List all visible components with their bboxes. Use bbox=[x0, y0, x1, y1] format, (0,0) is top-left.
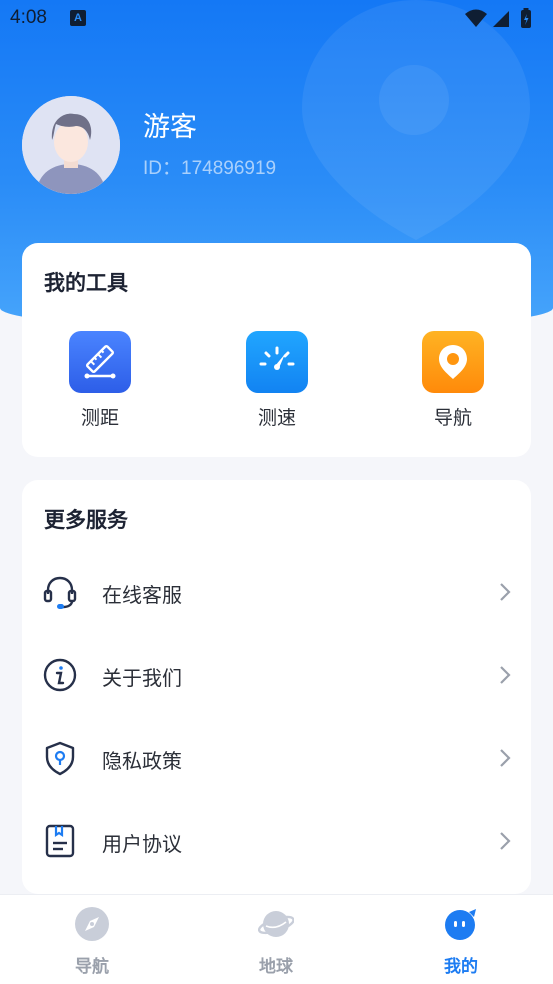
chevron-right-icon bbox=[500, 666, 511, 684]
tab-mine[interactable]: 我的 bbox=[401, 895, 521, 984]
tool-speed[interactable]: 测速 bbox=[217, 331, 337, 430]
tool-navigation[interactable]: 导航 bbox=[393, 331, 513, 430]
user-avatar-icon bbox=[22, 96, 120, 194]
service-label: 用户协议 bbox=[102, 832, 182, 856]
info-icon bbox=[43, 658, 77, 692]
accessibility-badge-icon: A bbox=[70, 10, 86, 26]
shield-icon bbox=[45, 741, 75, 776]
document-icon bbox=[45, 824, 75, 858]
speedometer-icon bbox=[246, 331, 308, 393]
avatar[interactable] bbox=[22, 96, 120, 194]
tab-label: 我的 bbox=[444, 957, 478, 977]
tool-label: 测距 bbox=[80, 407, 119, 429]
tab-earth[interactable]: 地球 bbox=[216, 895, 336, 984]
location-pin-icon bbox=[422, 331, 484, 393]
tool-label: 导航 bbox=[433, 407, 472, 429]
section-title: 我的工具 bbox=[44, 271, 128, 295]
section-title: 更多服务 bbox=[44, 508, 128, 532]
chevron-right-icon bbox=[500, 583, 511, 601]
compass-icon bbox=[75, 907, 109, 941]
service-label: 隐私政策 bbox=[102, 749, 182, 773]
tab-navigation[interactable]: 导航 bbox=[32, 895, 152, 984]
signal-icon bbox=[493, 11, 509, 27]
service-user-agreement[interactable]: 用户协议 bbox=[22, 810, 531, 870]
more-services-card: 更多服务 在线客服 关于我们 隐私政策 用户协议 bbox=[22, 480, 531, 894]
mine-face-icon bbox=[445, 909, 476, 940]
service-label: 关于我们 bbox=[102, 666, 182, 690]
service-online-support[interactable]: 在线客服 bbox=[22, 561, 531, 621]
tab-label: 地球 bbox=[259, 957, 293, 977]
planet-icon bbox=[257, 911, 295, 937]
status-icons bbox=[465, 8, 531, 28]
bottom-tab-bar: 导航 地球 我的 bbox=[0, 894, 553, 984]
tab-label: 导航 bbox=[75, 957, 109, 977]
user-id: ID：174896919 bbox=[143, 158, 277, 179]
my-tools-card: 我的工具 测距 测速 导航 bbox=[22, 243, 531, 457]
tool-label: 测速 bbox=[257, 407, 296, 429]
service-privacy-policy[interactable]: 隐私政策 bbox=[22, 727, 531, 787]
ruler-icon bbox=[69, 331, 131, 393]
service-about-us[interactable]: 关于我们 bbox=[22, 644, 531, 704]
service-label: 在线客服 bbox=[102, 583, 182, 607]
chevron-right-icon bbox=[500, 749, 511, 767]
chevron-right-icon bbox=[500, 832, 511, 850]
status-bar: 4:08 A bbox=[0, 0, 553, 38]
headset-icon bbox=[43, 576, 77, 609]
wifi-icon bbox=[465, 9, 487, 27]
username: 游客 bbox=[143, 112, 197, 143]
status-time: 4:08 bbox=[10, 7, 47, 28]
tool-distance[interactable]: 测距 bbox=[40, 331, 160, 430]
